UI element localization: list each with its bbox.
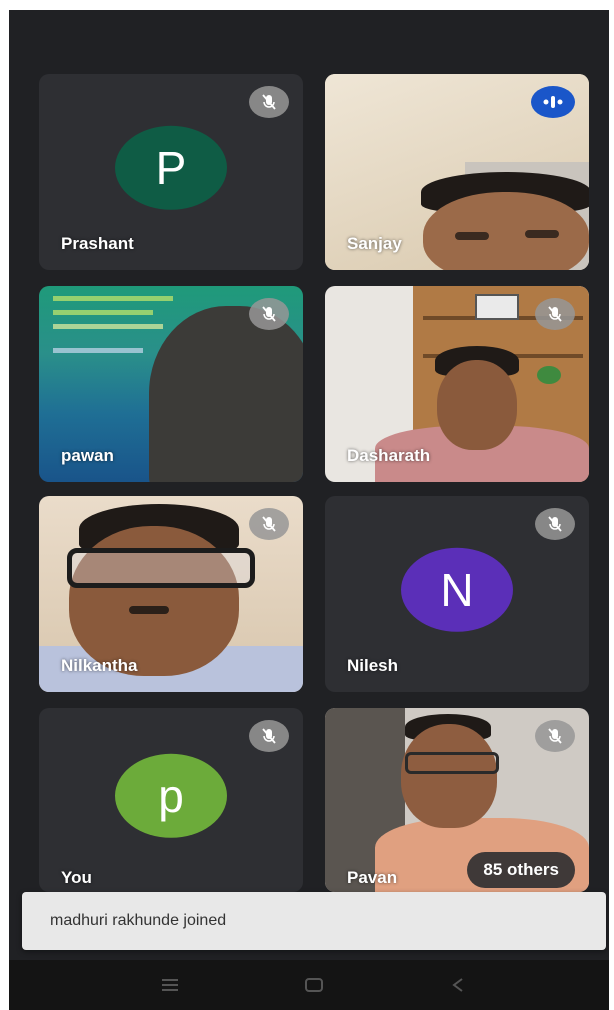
back-icon[interactable] (443, 973, 473, 997)
participant-tile-sanjay[interactable]: Sanjay (325, 74, 589, 270)
mic-off-icon (249, 508, 289, 540)
avatar: p (115, 753, 227, 838)
participant-name: You (61, 868, 92, 887)
participant-tile-dasharath[interactable]: Dasharath (325, 286, 589, 482)
mic-off-icon (535, 298, 575, 330)
mic-off-icon (535, 508, 575, 540)
participant-tile-nilesh[interactable]: N Nilesh (325, 496, 589, 692)
mic-off-icon (249, 720, 289, 752)
participant-name: Nilkantha (61, 656, 138, 675)
avatar: N (401, 547, 513, 632)
home-icon[interactable] (299, 973, 329, 997)
participant-tile-pawan[interactable]: pawan (39, 286, 303, 482)
others-count-badge[interactable]: 85 others (467, 852, 575, 888)
participant-tile-prashant[interactable]: P Prashant (39, 74, 303, 270)
toast-text: madhuri rakhunde joined (50, 912, 227, 929)
participant-name: Nilesh (347, 656, 399, 675)
mic-off-icon (535, 720, 575, 752)
meeting-screen: P Prashant Sanjay pawan Dasharath Nilkan… (9, 10, 609, 1010)
participant-name: Sanjay (347, 234, 402, 253)
participant-name: pawan (61, 446, 114, 465)
participant-name: Dasharath (347, 446, 431, 465)
participant-tile-nilkantha[interactable]: Nilkantha (39, 496, 303, 692)
participant-tile-pavan[interactable]: Pavan 85 others (325, 708, 589, 892)
mic-off-icon (249, 298, 289, 330)
system-nav-bar (9, 960, 609, 1010)
participant-name: Pavan (347, 868, 398, 887)
mic-off-icon (249, 86, 289, 118)
speaking-icon (531, 86, 575, 118)
avatar: P (115, 125, 227, 210)
participant-tile-you[interactable]: p You (39, 708, 303, 892)
join-notification-toast: madhuri rakhunde joined (22, 892, 606, 950)
participant-name: Prashant (61, 234, 134, 253)
menu-icon[interactable] (155, 973, 185, 997)
